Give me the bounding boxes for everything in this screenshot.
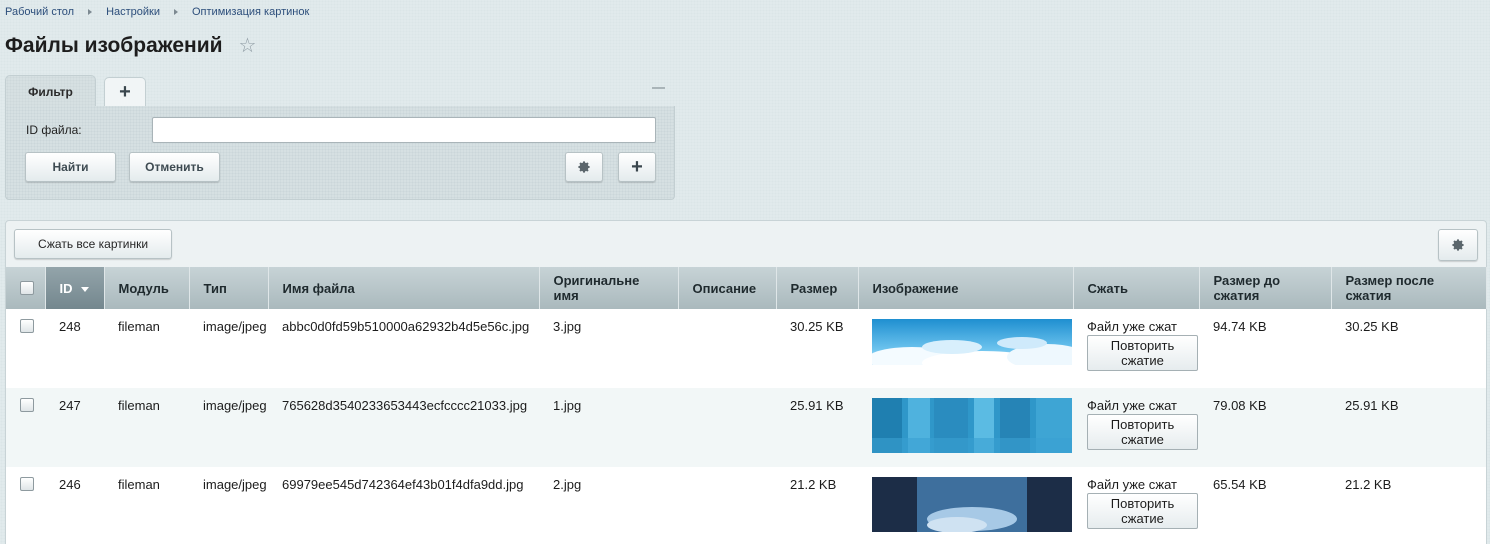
breadcrumb-separator-icon bbox=[88, 9, 93, 15]
cell-module: fileman bbox=[104, 467, 189, 544]
cell-filename: abbc0d0fd59b510000a62932b4d5e56c.jpg bbox=[268, 309, 539, 388]
compress-status: Файл уже сжат bbox=[1087, 477, 1177, 492]
cell-size-before: 94.74 KB bbox=[1199, 309, 1331, 388]
page-title-container: Файлы изображений ☆ bbox=[5, 33, 256, 58]
cell-size-after: 25.91 KB bbox=[1331, 388, 1486, 467]
compress-status: Файл уже сжат bbox=[1087, 398, 1177, 413]
column-header-size[interactable]: Размер bbox=[776, 267, 859, 309]
sort-desc-icon bbox=[80, 286, 89, 292]
list-settings-button[interactable] bbox=[1438, 229, 1478, 261]
cell-description bbox=[678, 388, 776, 467]
cell-original-name: 1.jpg bbox=[539, 388, 678, 467]
cell-filename: 765628d3540233653443ecfcccc21033.jpg bbox=[268, 388, 539, 467]
image-thumbnail-server-racks-clouds[interactable] bbox=[872, 477, 1072, 532]
breadcrumb-settings[interactable]: Настройки bbox=[106, 6, 160, 18]
column-header-original-name[interactable]: Оригинальне имя bbox=[539, 267, 679, 309]
cell-original-name: 3.jpg bbox=[539, 309, 678, 388]
cell-type: image/jpeg bbox=[189, 309, 268, 388]
compress-all-button[interactable]: Сжать все картинки bbox=[14, 229, 172, 259]
select-all-checkbox[interactable] bbox=[20, 280, 34, 295]
cell-description bbox=[678, 309, 776, 388]
file-id-input[interactable] bbox=[152, 117, 656, 143]
cell-size: 21.2 KB bbox=[776, 467, 858, 544]
filter-settings-button[interactable] bbox=[565, 152, 603, 182]
recompress-button[interactable]: Повторить сжатие bbox=[1087, 414, 1198, 450]
cell-id: 248 bbox=[45, 309, 104, 388]
cell-size-after: 30.25 KB bbox=[1331, 309, 1486, 388]
gear-icon bbox=[1452, 239, 1464, 251]
add-filter-tab-button[interactable]: + bbox=[104, 77, 146, 107]
star-favorite-icon[interactable]: ☆ bbox=[239, 33, 257, 58]
column-header-filename[interactable]: Имя файла bbox=[268, 267, 540, 309]
column-header-size-after[interactable]: Размер после сжатия bbox=[1331, 267, 1487, 309]
image-thumbnail-sky-clouds[interactable] bbox=[872, 319, 1072, 374]
add-filter-field-button[interactable]: + bbox=[618, 152, 656, 182]
column-header-type[interactable]: Тип bbox=[189, 267, 269, 309]
cell-filename: 69979ee545d742364ef43b01f4dfa9dd.jpg bbox=[268, 467, 539, 544]
cell-size-before: 65.54 KB bbox=[1199, 467, 1331, 544]
row-checkbox[interactable] bbox=[20, 398, 34, 412]
compress-status: Файл уже сжат bbox=[1087, 319, 1177, 334]
breadcrumb-separator-icon bbox=[174, 9, 178, 15]
table-row[interactable]: 247 fileman image/jpeg 765628d3540233653… bbox=[6, 388, 1486, 467]
files-table: ID Модуль Тип Имя файла Оригинальне имя … bbox=[6, 267, 1487, 544]
cell-module: fileman bbox=[104, 309, 189, 388]
cell-size: 30.25 KB bbox=[776, 309, 858, 388]
cell-size: 25.91 KB bbox=[776, 388, 858, 467]
column-header-id[interactable]: ID bbox=[45, 267, 105, 309]
page-title: Файлы изображений bbox=[5, 33, 223, 57]
cell-type: image/jpeg bbox=[189, 388, 268, 467]
filter-panel: ID файла: Найти Отменить + bbox=[5, 106, 675, 200]
cell-original-name: 2.jpg bbox=[539, 467, 678, 544]
file-id-label: ID файла: bbox=[26, 123, 82, 137]
column-header-image[interactable]: Изображение bbox=[858, 267, 1074, 309]
breadcrumb-image-optimization[interactable]: Оптимизация картинок bbox=[192, 6, 309, 18]
column-header-size-before[interactable]: Размер до сжатия bbox=[1199, 267, 1332, 309]
cell-size-before: 79.08 KB bbox=[1199, 388, 1331, 467]
recompress-button[interactable]: Повторить сжатие bbox=[1087, 493, 1198, 529]
row-checkbox[interactable] bbox=[20, 319, 34, 333]
table-row[interactable]: 248 fileman image/jpeg abbc0d0fd59b51000… bbox=[6, 309, 1486, 388]
filter-tabs: Фильтр + bbox=[5, 75, 146, 107]
table-row[interactable]: 246 fileman image/jpeg 69979ee545d742364… bbox=[6, 467, 1486, 544]
cell-type: image/jpeg bbox=[189, 467, 268, 544]
cell-id: 246 bbox=[45, 467, 104, 544]
breadcrumb: Рабочий стол Настройки Оптимизация карти… bbox=[5, 6, 309, 18]
row-checkbox[interactable] bbox=[20, 477, 34, 491]
cell-module: fileman bbox=[104, 388, 189, 467]
column-header-compress[interactable]: Сжать bbox=[1073, 267, 1200, 309]
image-thumbnail-server-racks-blue[interactable] bbox=[872, 398, 1072, 453]
plus-icon: + bbox=[119, 81, 131, 103]
breadcrumb-desktop[interactable]: Рабочий стол bbox=[5, 6, 74, 18]
select-all-header[interactable] bbox=[6, 267, 46, 309]
column-header-module[interactable]: Модуль bbox=[104, 267, 190, 309]
cell-id: 247 bbox=[45, 388, 104, 467]
table-header-row: ID Модуль Тип Имя файла Оригинальне имя … bbox=[6, 267, 1487, 309]
collapse-filter-icon[interactable] bbox=[652, 87, 665, 89]
find-button[interactable]: Найти bbox=[25, 152, 116, 182]
tab-filter[interactable]: Фильтр bbox=[5, 75, 96, 107]
column-header-description[interactable]: Описание bbox=[678, 267, 777, 309]
gear-icon bbox=[578, 161, 590, 173]
cell-size-after: 21.2 KB bbox=[1331, 467, 1486, 544]
cell-description bbox=[678, 467, 776, 544]
list-panel: Сжать все картинки ID Модуль Тип Имя фай… bbox=[5, 220, 1487, 544]
cancel-button[interactable]: Отменить bbox=[129, 152, 220, 182]
plus-icon: + bbox=[631, 155, 643, 178]
recompress-button[interactable]: Повторить сжатие bbox=[1087, 335, 1198, 371]
